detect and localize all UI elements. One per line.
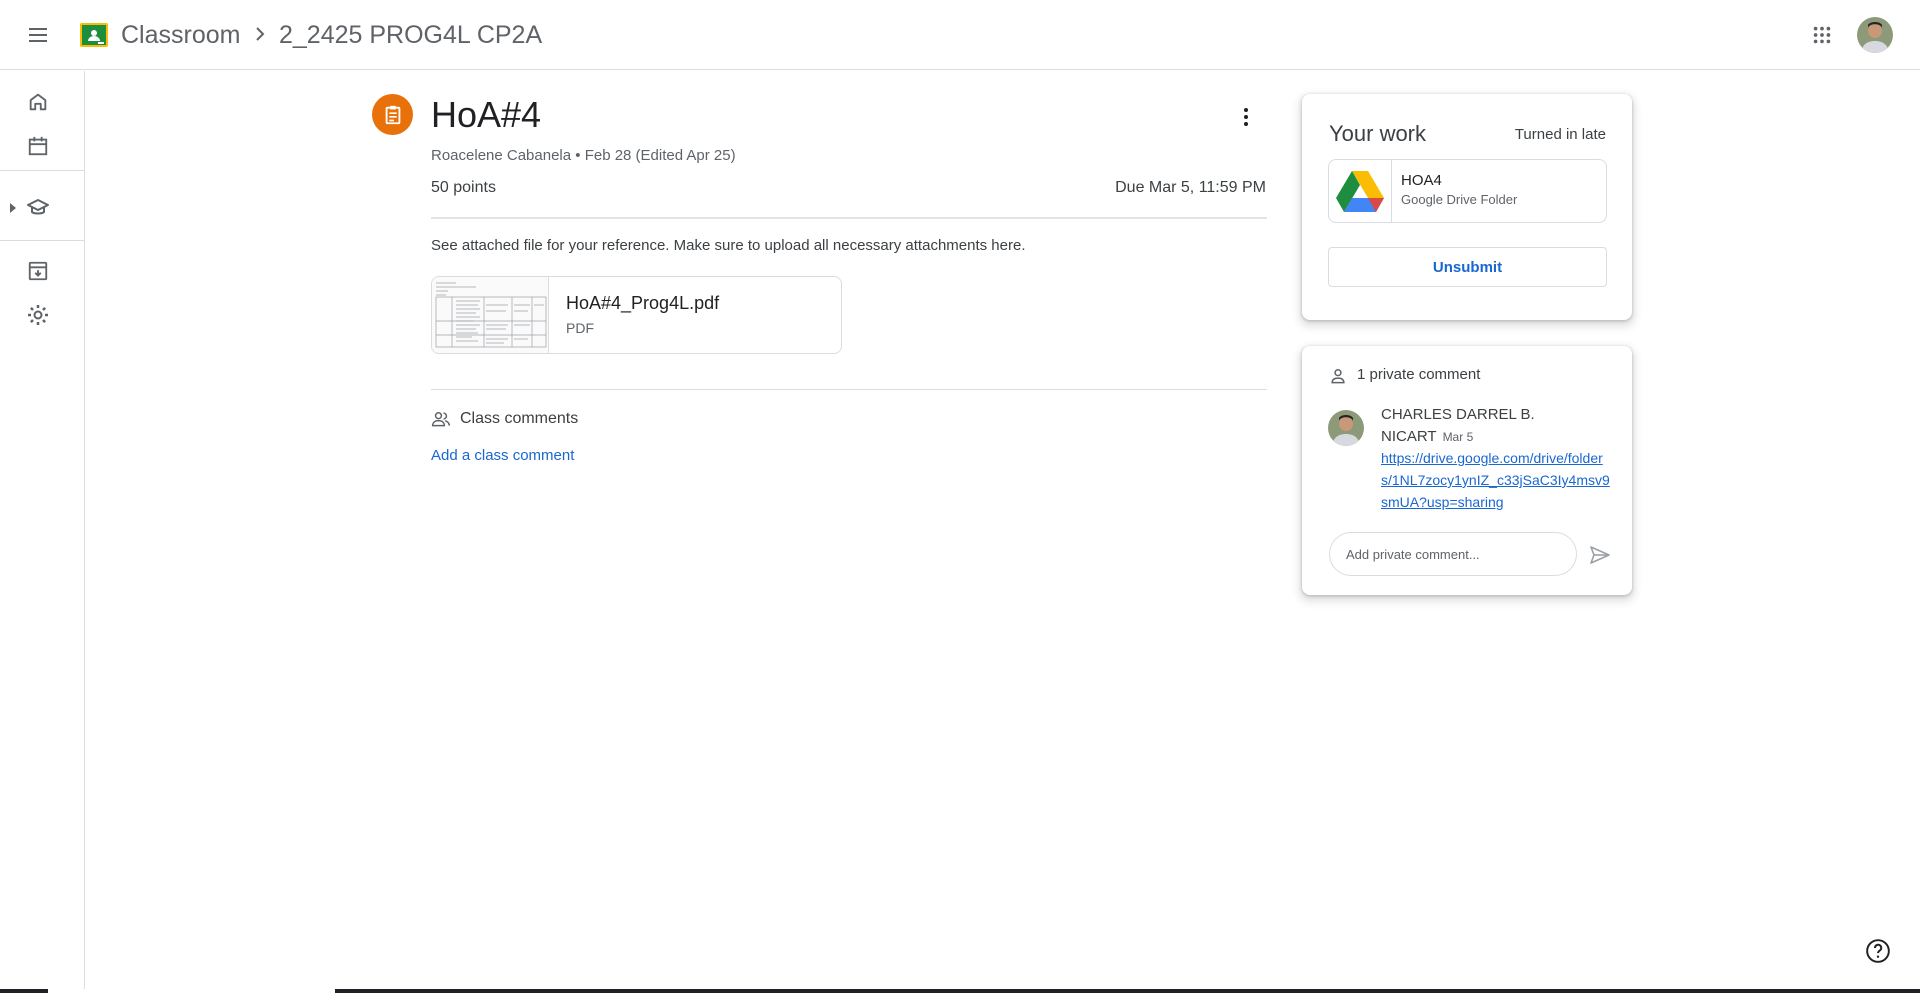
help-button[interactable] (1864, 937, 1892, 965)
navigation-rail (0, 71, 85, 993)
section-divider (431, 389, 1267, 390)
people-icon (431, 412, 451, 427)
rail-archive-button[interactable] (18, 251, 58, 291)
avatar-photo-icon (1328, 410, 1364, 446)
help-icon (1866, 939, 1890, 963)
assignment-type-icon (372, 94, 413, 135)
google-drive-icon (1336, 171, 1384, 212)
archive-icon (28, 261, 48, 281)
rail-home-button[interactable] (18, 82, 58, 122)
comment-author: CHARLES DARREL B. NICART Mar 5 (1381, 404, 1551, 448)
bottom-edge (0, 989, 1920, 993)
assignment-description: See attached file for your reference. Ma… (431, 237, 1026, 254)
enrolled-icon (27, 199, 49, 215)
send-icon (1590, 546, 1610, 564)
apps-grid-icon (1813, 26, 1831, 44)
assignment-due-date: Due Mar 5, 11:59 PM (1115, 179, 1266, 196)
rail-divider (0, 170, 85, 171)
more-vert-icon (1244, 108, 1248, 126)
google-apps-button[interactable] (1802, 15, 1842, 55)
bottom-edge-segment (0, 989, 48, 993)
person-icon (1331, 369, 1345, 384)
more-options-button[interactable] (1226, 97, 1266, 137)
home-icon (29, 93, 47, 111)
pdf-thumbnail (432, 277, 549, 353)
chevron-right-icon (256, 27, 265, 41)
comment-date: Mar 5 (1442, 430, 1474, 444)
attachment-type: PDF (566, 320, 594, 336)
rail-enrolled-button[interactable] (18, 188, 58, 228)
attachment-card[interactable]: HoA#4_Prog4L.pdf PDF (431, 276, 842, 354)
your-work-card: Your work Turned in late HOA4 Google Dri… (1302, 94, 1632, 320)
section-divider (431, 217, 1267, 219)
clipboard-icon (385, 105, 400, 124)
comment-link[interactable]: https://drive.google.com/drive/folders/1… (1381, 447, 1611, 513)
avatar-photo-icon (1857, 17, 1893, 53)
assignment-points: 50 points (431, 179, 496, 196)
breadcrumb-classroom[interactable]: Classroom (121, 18, 240, 52)
private-comment-input[interactable] (1329, 532, 1577, 576)
send-comment-button[interactable] (1586, 541, 1614, 569)
submitted-file-card[interactable]: HOA4 Google Drive Folder (1328, 159, 1607, 223)
classroom-logo-icon[interactable] (80, 23, 108, 47)
assignment-title: HoA#4 (431, 94, 542, 135)
document-preview-icon (435, 282, 547, 348)
main-menu-button[interactable] (18, 15, 58, 55)
your-work-title: Your work (1329, 121, 1427, 146)
rail-divider (0, 240, 85, 241)
settings-icon (28, 305, 48, 325)
top-app-bar: Classroom 2_2425 PROG4L CP2A (0, 0, 1920, 70)
private-comments-label: 1 private comment (1357, 366, 1481, 383)
attachment-name: HoA#4_Prog4L.pdf (566, 293, 720, 313)
drive-thumbnail (1329, 160, 1392, 222)
assignment-meta: Roacelene Cabanela • Feb 28 (Edited Apr … (431, 147, 736, 164)
rail-settings-button[interactable] (18, 295, 58, 335)
add-class-comment-link[interactable]: Add a class comment (431, 445, 574, 467)
caret-right-icon[interactable] (8, 201, 18, 215)
submitted-file-name: HOA4 (1401, 172, 1442, 189)
unsubmit-button[interactable]: Unsubmit (1328, 247, 1607, 287)
class-comments-label: Class comments (460, 410, 579, 427)
calendar-icon (28, 136, 48, 156)
bottom-edge-segment (335, 989, 1920, 993)
hamburger-menu-icon (29, 28, 47, 42)
comment-author-avatar (1328, 410, 1364, 446)
private-comments-card: 1 private comment CHARLES DARREL B. NICA… (1302, 346, 1632, 595)
submission-status: Turned in late (1514, 126, 1606, 143)
breadcrumb-class-name[interactable]: 2_2425 PROG4L CP2A (279, 18, 542, 52)
rail-calendar-button[interactable] (18, 126, 58, 166)
submitted-file-type: Google Drive Folder (1401, 192, 1518, 207)
account-avatar[interactable] (1857, 17, 1893, 53)
